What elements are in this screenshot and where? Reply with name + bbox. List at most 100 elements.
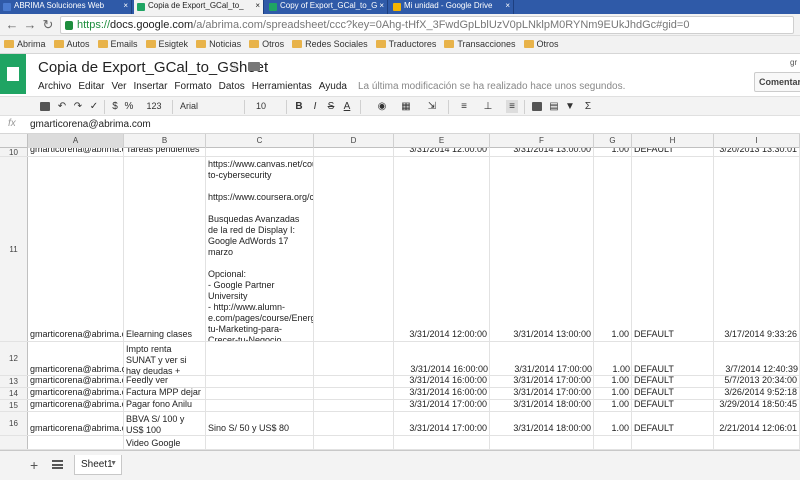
borders-icon[interactable]: ▦ <box>400 100 412 113</box>
select-all-corner[interactable] <box>0 134 28 148</box>
row-number[interactable]: 16 <box>0 412 28 435</box>
table-cell[interactable]: 3/31/2014 16:00:00 <box>394 364 490 376</box>
bookmark-folder[interactable]: Emails <box>97 39 138 49</box>
table-cell[interactable]: Tareas pendientes <box>124 148 206 156</box>
italic-button[interactable]: I <box>310 100 320 113</box>
table-cell[interactable]: DEFAULT <box>632 388 714 399</box>
currency-format-button[interactable]: $ <box>110 100 120 113</box>
menu-item[interactable]: Herramientas <box>252 81 312 92</box>
wrap-text-icon[interactable]: ≡ <box>506 100 518 113</box>
menu-item[interactable]: Formato <box>174 81 211 92</box>
table-cell[interactable]: 3/31/2014 17:00:00 <box>394 400 490 411</box>
column-header[interactable]: A <box>28 134 124 148</box>
column-header[interactable]: C <box>206 134 314 148</box>
close-icon[interactable]: × <box>379 1 384 10</box>
table-cell[interactable] <box>314 412 394 435</box>
column-header[interactable]: H <box>632 134 714 148</box>
filter-icon[interactable]: ▼ <box>564 100 576 113</box>
table-cell[interactable]: 3/31/2014 13:00:00 <box>490 157 594 341</box>
table-cell[interactable]: DEFAULT <box>632 157 714 341</box>
table-cell[interactable] <box>206 376 314 387</box>
table-cell[interactable]: gmarticorena@abrima.co <box>28 412 124 435</box>
user-initials[interactable]: gr <box>790 58 797 67</box>
table-cell[interactable]: 5/7/2013 20:34:00 <box>714 376 800 387</box>
folder-icon[interactable] <box>248 62 260 71</box>
vertical-align-icon[interactable]: ⊥ <box>482 100 494 113</box>
table-cell[interactable] <box>28 436 124 449</box>
table-cell[interactable]: 3/31/2014 17:00:00 <box>490 388 594 399</box>
table-cell[interactable] <box>314 388 394 399</box>
functions-button[interactable]: Σ <box>582 100 594 113</box>
table-cell[interactable]: Sino S/ 50 y US$ 80 <box>206 412 314 435</box>
column-header[interactable]: D <box>314 134 394 148</box>
menu-item[interactable]: Insertar <box>134 81 168 92</box>
all-sheets-icon[interactable] <box>52 460 63 469</box>
table-cell[interactable]: Video Google Adwords Búsqueda <box>124 436 206 449</box>
row-number[interactable]: 13 <box>0 376 28 387</box>
column-header[interactable]: E <box>394 134 490 148</box>
close-icon[interactable]: × <box>505 1 510 10</box>
forward-icon[interactable]: → <box>22 17 38 33</box>
close-icon[interactable]: × <box>255 1 260 10</box>
table-cell[interactable]: BBVA S/ 100 y US$ 100 <box>124 412 206 435</box>
horizontal-align-icon[interactable]: ≡ <box>458 100 470 113</box>
table-cell[interactable] <box>206 436 314 449</box>
percent-format-button[interactable]: % <box>124 100 134 113</box>
table-cell[interactable]: 1.00 <box>594 400 632 411</box>
bookmark-folder[interactable]: Esigtek <box>145 39 188 49</box>
table-cell[interactable] <box>632 436 714 449</box>
table-cell[interactable]: DEFAULT <box>632 400 714 411</box>
star-icon[interactable]: ☆ <box>228 59 240 75</box>
table-cell[interactable]: gmarticorena@abrima.co <box>28 364 124 376</box>
column-header[interactable]: F <box>490 134 594 148</box>
table-cell[interactable]: 1.00 <box>594 157 632 341</box>
bold-button[interactable]: B <box>294 100 304 113</box>
browser-tab[interactable]: Copia de Export_GCal_to_ × <box>134 0 264 14</box>
table-cell[interactable]: 3/31/2014 17:00:00 <box>490 376 594 387</box>
table-cell[interactable] <box>594 436 632 449</box>
table-cell[interactable]: 3/31/2014 13:00:00 <box>490 148 594 156</box>
table-cell[interactable]: 3/31/2014 17:00:00 <box>394 412 490 435</box>
formula-input[interactable]: gmarticorena@abrima.com <box>30 119 151 130</box>
table-cell[interactable]: https://www.canvas.net/courses/intro-to-… <box>206 157 314 341</box>
chart-icon[interactable]: ▤ <box>548 100 560 113</box>
bookmark-folder[interactable]: Noticias <box>196 39 241 49</box>
add-sheet-icon[interactable]: + <box>30 457 38 473</box>
table-cell[interactable]: DEFAULT <box>632 412 714 435</box>
table-cell[interactable]: gmarticorena@abrima.co <box>28 148 124 156</box>
bookmark-folder[interactable]: Abrima <box>4 39 46 49</box>
undo-icon[interactable]: ↶ <box>56 100 68 113</box>
row-number[interactable] <box>0 436 28 449</box>
reload-icon[interactable]: ↻ <box>40 17 56 33</box>
font-size-dropdown[interactable]: 10 <box>252 100 270 113</box>
address-bar[interactable]: https://docs.google.com/a/abrima.com/spr… <box>60 16 794 34</box>
table-cell[interactable]: Pagar fono Anilu <box>124 400 206 411</box>
table-cell[interactable]: DEFAULT <box>632 376 714 387</box>
bookmark-folder[interactable]: Transacciones <box>444 39 516 49</box>
menu-item[interactable]: Datos <box>219 81 245 92</box>
table-cell[interactable]: 2/21/2014 12:06:01 <box>714 412 800 435</box>
comment-icon[interactable] <box>532 102 542 111</box>
browser-tab[interactable]: Copy of Export_GCal_to_G × <box>266 0 388 14</box>
chevron-down-icon[interactable]: ▼ <box>110 460 117 467</box>
table-cell[interactable]: 3/31/2014 12:00:00 <box>394 148 490 156</box>
table-cell[interactable] <box>206 148 314 156</box>
table-cell[interactable]: 1.00 <box>594 388 632 399</box>
table-cell[interactable]: Feedly ver <box>124 376 206 387</box>
browser-tab[interactable]: Mi unidad - Google Drive × <box>390 0 514 14</box>
row-number[interactable]: 14 <box>0 388 28 399</box>
row-number[interactable]: 10 <box>0 148 28 157</box>
table-cell[interactable]: gmarticorena@abrima.co <box>28 157 124 341</box>
row-number[interactable]: 11 <box>0 157 28 341</box>
table-cell[interactable] <box>714 436 800 449</box>
bookmark-folder[interactable]: Redes Sociales <box>292 39 368 49</box>
table-cell[interactable]: 3/7/2014 12:40:39 <box>714 364 800 376</box>
redo-icon[interactable]: ↷ <box>72 100 84 113</box>
fill-color-icon[interactable]: ◉ <box>376 100 388 113</box>
sheet-tab[interactable]: Sheet1 ▼ <box>74 455 122 475</box>
menu-item[interactable]: Archivo <box>38 81 71 92</box>
table-cell[interactable]: gmarticorena@abrima.co <box>28 388 124 399</box>
table-cell[interactable]: gmarticorena@abrima.co <box>28 376 124 387</box>
table-cell[interactable]: Factura MPP dejar <box>124 388 206 399</box>
table-cell[interactable]: 3/31/2014 12:00:00 <box>394 157 490 341</box>
